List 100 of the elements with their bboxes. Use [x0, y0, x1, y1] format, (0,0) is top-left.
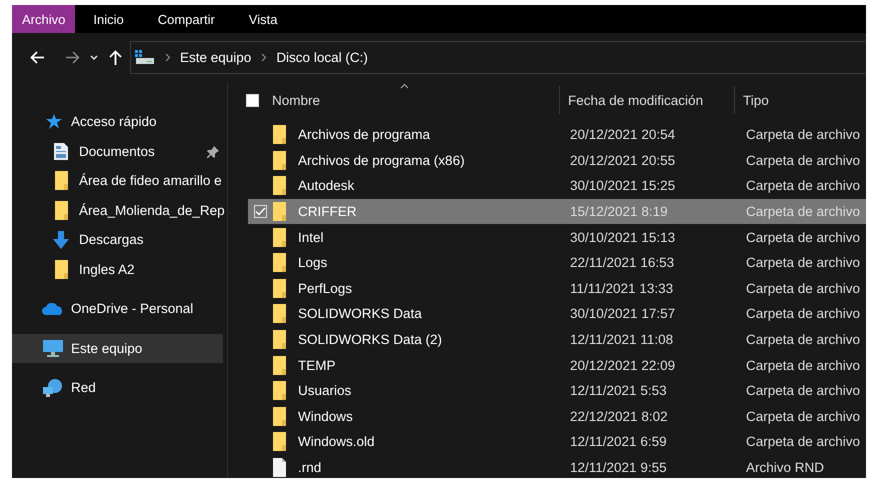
file-type: Carpeta de archivo: [745, 280, 862, 296]
folder-icon: [273, 176, 286, 196]
file-row[interactable]: PerfLogs 11/11/2021 13:33 Carpeta de archivo: [248, 276, 866, 302]
column-header[interactable]: Tipo: [735, 86, 866, 114]
file-row[interactable]: SOLIDWORKS Data 30/10/2021 17:57 Carpeta de archivo: [248, 301, 866, 327]
sidebar-item[interactable]: OneDrive - Personal: [12, 294, 223, 324]
folder-icon: [273, 253, 286, 272]
file-type: Carpeta de archivo: [745, 306, 862, 322]
file-name: Usuarios: [298, 383, 352, 398]
folder-icon: [273, 381, 286, 400]
sidebar-item[interactable]: Área de fideo amarillo e: [12, 166, 223, 196]
folder-icon: [273, 150, 286, 170]
ribbon-tab[interactable]: Inicio: [77, 5, 140, 33]
file-name: SOLIDWORKS Data: [298, 306, 422, 322]
file-row[interactable]: Autodesk 30/10/2021 15:25 Carpeta de archivo: [248, 173, 866, 199]
folder-icon: [273, 432, 286, 452]
file-row[interactable]: Usuarios 12/11/2021 5:53 Carpeta de archivo: [248, 378, 866, 404]
folder-icon: [54, 200, 68, 220]
folder-icon: [273, 125, 286, 144]
chevron-icon: [165, 53, 171, 62]
file-type: Carpeta de archivo: [745, 152, 862, 168]
file-type: Archivo RND: [745, 460, 826, 476]
file-name: PerfLogs: [298, 280, 352, 296]
file-name: Logs: [298, 255, 328, 270]
file-type: Carpeta de archivo: [745, 127, 862, 142]
folder-icon: [54, 260, 68, 279]
file-name: TEMP: [298, 358, 336, 373]
file-type: Carpeta de archivo: [745, 358, 862, 373]
modified-date: 12/11/2021 9:55: [569, 460, 668, 476]
file-row[interactable]: .rnd 12/11/2021 9:55 Archivo RND: [248, 454, 866, 478]
file-name: Intel: [298, 230, 324, 245]
modified-date: 30/10/2021 15:13: [569, 230, 676, 245]
file-row[interactable]: SOLIDWORKS Data (2) 12/11/2021 11:08 Carpeta de archivo: [248, 326, 866, 352]
modified-date: 20/12/2021 20:54: [569, 127, 676, 142]
file-type: Carpeta de archivo: [745, 408, 862, 424]
file-type: Carpeta de archivo: [745, 332, 862, 348]
sidebar-item[interactable]: Área_Molienda_de_Rep: [12, 196, 223, 225]
modified-date: 22/11/2021 16:53: [569, 255, 676, 270]
file-name: Archivos de programa (x86): [298, 152, 465, 168]
sidebar-item[interactable]: Acceso rápido: [12, 107, 223, 136]
address-bar[interactable]: Este equipo Disco local (C:): [130, 41, 866, 74]
sidebar-item[interactable]: Documentos: [12, 136, 223, 166]
select-all-checkbox[interactable]: [246, 94, 259, 106]
breadcrumb-item[interactable]: Disco local (C:): [276, 50, 368, 65]
file-row[interactable]: Logs 22/11/2021 16:53 Carpeta de archivo: [248, 250, 866, 276]
folder-icon: [273, 406, 286, 426]
folder-icon: [273, 330, 286, 350]
file-name: CRIFFER: [298, 204, 356, 220]
modified-date: 12/11/2021 5:53: [569, 383, 668, 398]
folder-icon: [273, 304, 286, 324]
file-row[interactable]: Archivos de programa 20/12/2021 20:54 Carpeta de archivo: [248, 122, 866, 148]
modified-date: 15/12/2021 8:19: [569, 204, 669, 220]
file-row[interactable]: CRIFFER 15/12/2021 8:19 Carpeta de archivo: [248, 198, 866, 224]
ribbon-tab[interactable]: Compartir: [142, 5, 231, 33]
sidebar-item[interactable]: Este equipo: [12, 334, 223, 363]
file-row[interactable]: Archivos de programa (x86) 20/12/2021 20:55 Carpeta de archivo: [248, 148, 866, 174]
download-arrow-icon: [52, 230, 70, 249]
document-icon: [54, 142, 68, 160]
file-row[interactable]: Windows.old 12/11/2021 6:59 Carpeta de archivo: [248, 429, 866, 455]
column-header[interactable]: Fecha de modificación: [560, 86, 735, 114]
file-name: SOLIDWORKS Data (2): [298, 332, 442, 348]
modified-date: 20/12/2021 22:09: [569, 358, 676, 373]
column-header[interactable]: Nombre: [272, 92, 320, 108]
modified-date: 12/11/2021 6:59: [569, 434, 668, 450]
row-checkbox[interactable]: [254, 205, 267, 218]
file-name: Autodesk: [298, 178, 354, 194]
file-type: Carpeta de archivo: [745, 434, 862, 450]
breadcrumb-item[interactable]: Este equipo: [180, 50, 252, 65]
file-row[interactable]: Intel 30/10/2021 15:13 Carpeta de archivo: [248, 224, 866, 250]
sidebar-item[interactable]: Red: [12, 373, 223, 402]
file-row[interactable]: TEMP 20/12/2021 22:09 Carpeta de archivo: [248, 352, 866, 378]
folder-icon: [273, 202, 286, 222]
file-name: Windows.old: [298, 434, 375, 450]
ribbon-tab[interactable]: Vista: [232, 5, 294, 33]
ribbon-tab[interactable]: Archivo: [12, 5, 76, 33]
folder-icon: [54, 171, 68, 190]
folder-icon: [273, 356, 286, 375]
computer-icon: [43, 340, 63, 357]
sidebar-item[interactable]: Ingles A2: [12, 254, 223, 284]
sidebar-item[interactable]: Descargas: [12, 225, 223, 254]
file-type: Carpeta de archivo: [745, 178, 862, 194]
modified-date: 12/11/2021 11:08: [569, 332, 674, 348]
file-row[interactable]: Windows 22/12/2021 8:02 Carpeta de archivo: [248, 404, 866, 430]
drive-icon: [135, 50, 155, 65]
folder-icon: [273, 228, 286, 247]
star-icon: [44, 114, 62, 130]
modified-date: 30/10/2021 17:57: [569, 306, 676, 322]
file-type: Carpeta de archivo: [745, 230, 862, 245]
folder-icon: [273, 278, 286, 298]
modified-date: 20/12/2021 20:55: [569, 152, 676, 168]
file-name: .rnd: [298, 460, 322, 476]
network-icon: [43, 378, 63, 397]
modified-date: 11/11/2021 13:33: [569, 280, 674, 296]
file-name: Archivos de programa: [298, 127, 430, 142]
file-name: Windows: [298, 408, 353, 424]
file-type: Carpeta de archivo: [745, 204, 862, 220]
modified-date: 30/10/2021 15:25: [569, 178, 676, 194]
sort-caret-icon: [400, 83, 409, 89]
modified-date: 22/12/2021 8:02: [569, 408, 669, 424]
file-type: Carpeta de archivo: [745, 383, 862, 398]
